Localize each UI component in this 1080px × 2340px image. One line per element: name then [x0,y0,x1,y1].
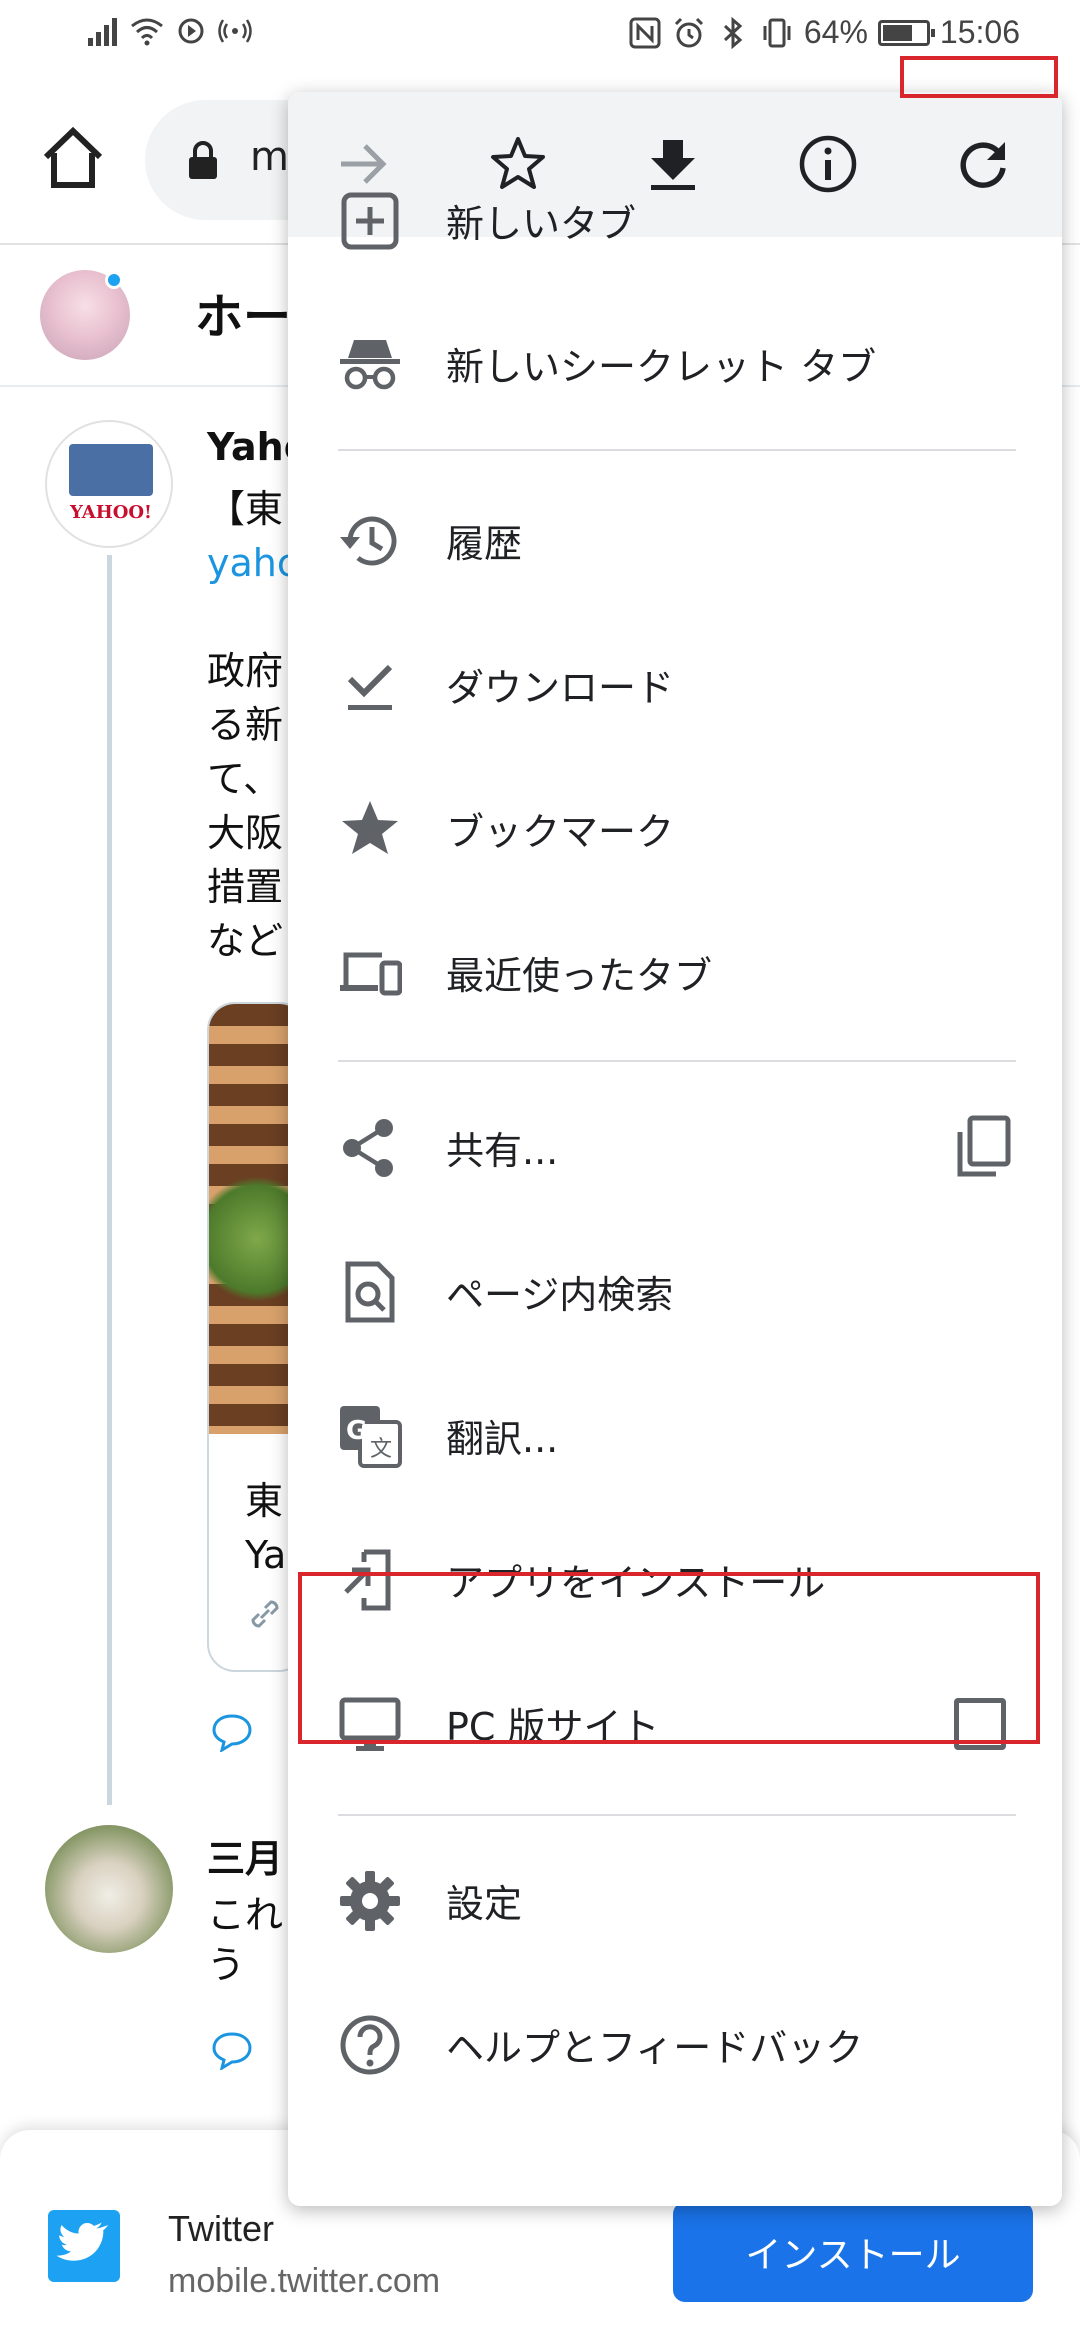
tweet-text-line: 【東 [207,487,284,531]
twitter-bird-icon [48,2210,120,2282]
link-icon [251,1600,279,1628]
menu-item-label: 設定 [446,1882,523,1926]
tweet-body-line: これ [207,1893,284,1937]
history-icon [340,516,397,566]
tweet-body-line: など [207,919,284,963]
user-avatar[interactable] [45,1825,173,1953]
menu-item-label: ブックマーク [446,810,675,854]
translate-icon: G文 [340,1406,402,1468]
page-title: ホー [195,289,292,345]
nfc-icon [629,17,661,48]
svg-text:G: G [346,1416,367,1446]
menu-item-label: ダウンロード [446,666,675,710]
card-title-line: 東 [245,1479,284,1523]
menu-item-label: ページ内検索 [446,1273,674,1317]
battery-icon [877,19,935,46]
wifi-icon [131,18,163,46]
hotspot-icon [218,19,252,43]
new-tab-icon [341,192,399,250]
svg-text:文: 文 [370,1437,392,1462]
menu-item-label: 翻訳... [446,1417,559,1461]
menu-item-downloads[interactable]: ダウンロード [288,613,1062,756]
tweet-body-line: 措置 [207,865,284,909]
menu-separator [338,1814,1016,1816]
menu-item-label: 新しいシークレット タブ [446,345,877,389]
downloads-icon [347,664,393,710]
tweet-body-line: 大阪 [207,811,284,855]
vibrate-icon [763,18,791,47]
lock-icon [189,141,217,179]
highlight-box-menu-button [900,56,1058,98]
menu-item-label: 履歴 [446,522,523,566]
tweet-body-line: る新 [207,703,284,747]
menu-item-incognito-tab[interactable]: 新しいシークレット タブ [288,292,1062,435]
clock: 15:06 [939,14,1020,50]
incognito-icon [340,340,400,390]
battery-percent: 64% [803,14,868,50]
bookmark-star-icon [342,801,398,854]
menu-item-translate[interactable]: G文 翻訳... [288,1364,1062,1507]
menu-item-recent-tabs[interactable]: 最近使ったタブ [288,901,1062,1044]
menu-item-label: 共有... [446,1129,559,1173]
tweet-link[interactable]: yahc [207,536,298,590]
reply-icon[interactable] [210,1712,254,1752]
share-icon [343,1119,393,1177]
app-url: mobile.twitter.com [168,2262,441,2300]
app-name: Twitter [168,2208,275,2249]
menu-item-share[interactable]: 共有... [288,1076,1062,1219]
find-in-page-icon [345,1261,395,1323]
yahoo-news-avatar[interactable]: YAHOO! [45,420,173,548]
menu-item-label: 最近使ったタブ [446,954,713,998]
menu-item-settings[interactable]: 設定 [288,1829,1062,1972]
tweet-body-line: 政府 [207,649,284,693]
url-text: m [250,134,289,180]
home-icon[interactable] [40,125,106,191]
menu-item-help-feedback[interactable]: ヘルプとフィードバック [288,1973,1062,2116]
menu-item-history[interactable]: 履歴 [288,469,1062,612]
menu-separator [338,1060,1016,1062]
help-icon [340,2015,400,2075]
tweet-body-line: う [207,1943,246,1987]
sync-icon [178,18,204,44]
card-title-line: Ya [245,1533,287,1577]
news-logo-icon [69,444,153,496]
tweet-name[interactable]: 三月 [207,1832,283,1886]
menu-item-new-tab[interactable]: 新しいタブ [288,149,1062,292]
menu-item-find-in-page[interactable]: ページ内検索 [288,1220,1062,1363]
notification-dot [105,271,123,289]
tweet-body-line: て、 [207,757,282,801]
recent-tabs-icon [340,952,402,996]
highlight-box-install-app [298,1572,1040,1744]
reply-icon[interactable] [210,2030,254,2070]
overflow-menu: 新しいタブ 新しいシークレット タブ 履歴 ダウンロード ブックマーク 最近使っ… [288,92,1062,2206]
thread-line [107,555,112,1805]
alarm-icon [674,17,703,47]
yahoo-japan-logo: YAHOO! [70,502,152,523]
menu-item-bookmarks[interactable]: ブックマーク [288,757,1062,900]
settings-gear-icon [340,1871,400,1931]
menu-item-label: 新しいタブ [446,202,637,246]
copy-icon[interactable] [952,1114,1012,1180]
menu-separator [338,449,1016,451]
cellular-signal-icon [88,18,117,46]
bluetooth-icon [723,16,743,49]
menu-item-label: ヘルプとフィードバック [446,2026,864,2070]
install-button[interactable]: インストール [673,2202,1033,2302]
